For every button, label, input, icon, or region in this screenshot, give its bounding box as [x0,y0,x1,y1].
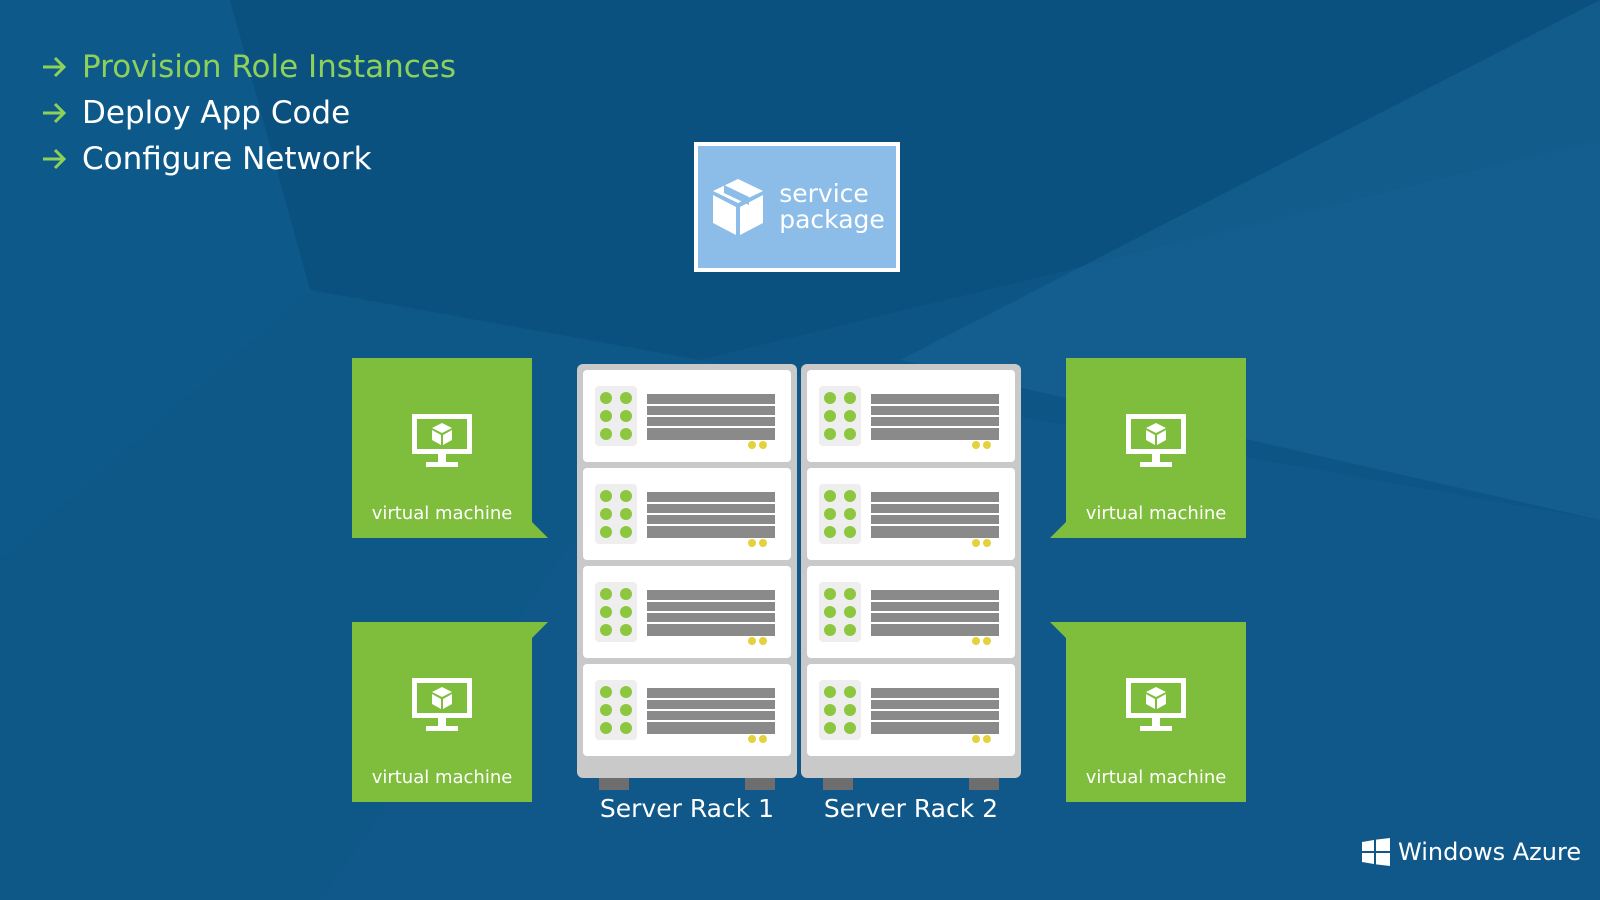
monitor-icon [1126,414,1186,467]
status-lights-icon [595,680,637,740]
rack-feet [599,778,775,790]
step-configure-network: Configure Network [40,136,456,182]
vm-pointer [1050,622,1066,638]
package-box-icon [713,179,764,235]
drive-bays-icon [647,394,775,440]
server-unit [583,370,791,462]
server-unit [807,468,1015,560]
step-deploy-app-code: Deploy App Code [40,90,456,136]
brand-name: Windows Azure [1398,838,1582,866]
status-lights-icon [819,386,861,446]
vm-label: virtual machine [371,767,513,788]
arrow-right-icon [43,102,67,124]
vm-pointer [1050,522,1066,538]
status-lights-icon [595,386,637,446]
service-package-box: service package [694,142,900,272]
rack-label: Server Rack 2 [823,794,999,823]
status-lights-icon [595,582,637,642]
led-indicator-icon [972,735,991,743]
service-package-label: service package [779,179,885,234]
led-indicator-icon [972,441,991,449]
vm-pointer [532,622,548,638]
windows-logo-icon [1362,838,1390,866]
server-rack-1: Server Rack 1 [577,364,797,823]
arrow-right-icon [43,56,67,78]
led-indicator-icon [748,637,767,645]
monitor-icon [412,678,472,731]
step-label: Deploy App Code [82,95,351,131]
server-unit [583,664,791,756]
status-lights-icon [819,680,861,740]
arrow-right-icon [43,148,67,170]
status-lights-icon [595,484,637,544]
step-label: Configure Network [82,141,372,177]
step-provision-role-instances: Provision Role Instances [40,44,456,90]
monitor-icon [1126,678,1186,731]
server-unit [807,664,1015,756]
server-rack-2: Server Rack 2 [801,364,1021,823]
monitor-icon [412,414,472,467]
drive-bays-icon [647,590,775,636]
rack-label: Server Rack 1 [599,794,775,823]
led-indicator-icon [748,441,767,449]
server-unit [807,566,1015,658]
virtual-machine-top-right: virtual machine [1066,358,1246,538]
led-indicator-icon [972,637,991,645]
step-label: Provision Role Instances [82,49,457,85]
led-indicator-icon [972,539,991,547]
drive-bays-icon [647,492,775,538]
drive-bays-icon [871,492,999,538]
vm-label: virtual machine [1085,767,1227,788]
led-indicator-icon [748,539,767,547]
vm-pointer [532,522,548,538]
rack-frame [801,364,1021,778]
virtual-machine-top-left: virtual machine [352,358,532,538]
server-unit [583,468,791,560]
server-unit [807,370,1015,462]
status-lights-icon [819,582,861,642]
step-list: Provision Role Instances Deploy App Code… [40,44,456,182]
rack-frame [577,364,797,778]
windows-azure-logo: Windows Azure [1362,838,1581,866]
drive-bays-icon [871,590,999,636]
status-lights-icon [819,484,861,544]
drive-bays-icon [647,688,775,734]
drive-bays-icon [871,688,999,734]
led-indicator-icon [748,735,767,743]
vm-label: virtual machine [1085,503,1227,524]
server-unit [583,566,791,658]
rack-feet [823,778,999,790]
virtual-machine-bottom-left: virtual machine [352,622,532,802]
drive-bays-icon [871,394,999,440]
vm-label: virtual machine [371,503,513,524]
virtual-machine-bottom-right: virtual machine [1066,622,1246,802]
